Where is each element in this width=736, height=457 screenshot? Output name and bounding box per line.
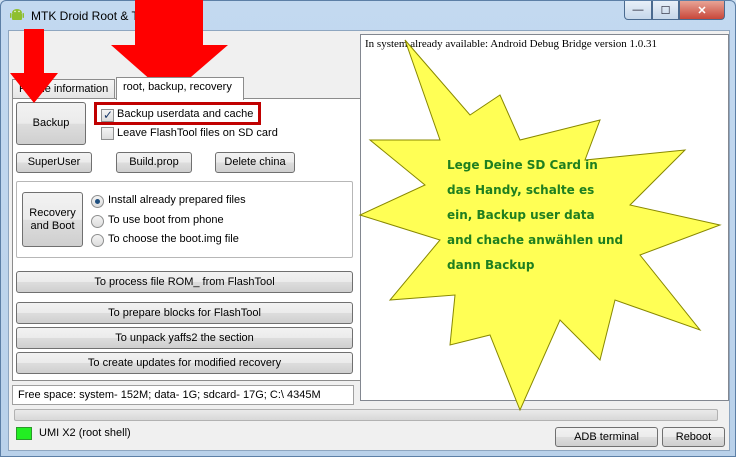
title-bar[interactable]: MTK Droid Root & Tools — ☐ ✕ [1, 1, 735, 31]
delete-china-button[interactable]: Delete china [215, 152, 295, 173]
unpack-yaffs2-button[interactable]: To unpack yaffs2 the section [16, 327, 353, 349]
buildprop-button-label: Build.prop [129, 156, 179, 168]
reboot-button[interactable]: Reboot [662, 427, 725, 447]
prepare-blocks-button[interactable]: To prepare blocks for FlashTool [16, 302, 353, 324]
annotation-line: das Handy, schalte es [447, 183, 595, 197]
radio-boot-from-phone-label: To use boot from phone [108, 214, 224, 226]
annotation-line: dann Backup [447, 258, 535, 272]
status-led [16, 427, 32, 440]
android-app-icon [10, 9, 24, 20]
recovery-boot-button-label: Recovery and Boot [29, 206, 76, 232]
tab-panel-root-backup: Backup Backup userdata and cache Leave F… [12, 98, 361, 381]
superuser-button-label: SuperUser [27, 156, 81, 168]
reboot-label: Reboot [675, 430, 712, 443]
annotation-text: Lege Deine SD Card in das Handy, schalte… [447, 153, 647, 278]
leave-flashtool-checkbox[interactable] [101, 127, 114, 140]
minimize-button[interactable]: — [624, 1, 652, 20]
unpack-yaffs2-label: To unpack yaffs2 the section [115, 331, 254, 344]
annotation-line: and chache anwählen und [447, 233, 624, 247]
recovery-boot-button[interactable]: Recovery and Boot [22, 192, 83, 247]
backup-button-label: Backup [32, 117, 70, 129]
adb-terminal-label: ADB terminal [574, 430, 639, 443]
close-button[interactable]: ✕ [679, 1, 725, 20]
recovery-group: Recovery and Boot Install already prepar… [16, 181, 353, 258]
window-title: MTK Droid Root & Tools [31, 9, 160, 23]
superuser-button[interactable]: SuperUser [16, 152, 92, 173]
create-updates-button[interactable]: To create updates for modified recovery [16, 352, 353, 374]
process-rom-button[interactable]: To process file ROM_ from FlashTool [16, 271, 353, 293]
annotation-line: ein, Backup user data [447, 208, 595, 222]
process-rom-label: To process file ROM_ from FlashTool [94, 275, 275, 288]
minimize-icon: — [632, 4, 644, 16]
device-status-label: UMI X2 (root shell) [39, 427, 131, 439]
radio-install-prepared-label: Install already prepared files [108, 194, 246, 206]
tab-root-backup-recovery[interactable]: root, backup, recovery [116, 77, 244, 100]
leave-flashtool-label: Leave FlashTool files on SD card [117, 127, 278, 139]
free-space-display: Free space: system- 152M; data- 1G; sdca… [12, 385, 354, 405]
backup-button[interactable]: Backup [16, 102, 86, 145]
annotation-line: Lege Deine SD Card in [447, 158, 598, 172]
prepare-blocks-label: To prepare blocks for FlashTool [108, 306, 261, 319]
radio-install-prepared[interactable] [91, 195, 104, 208]
maximize-icon: ☐ [660, 4, 671, 17]
create-updates-label: To create updates for modified recovery [87, 356, 282, 369]
tab-phone-information[interactable]: Phone information [12, 79, 115, 99]
radio-choose-bootimg[interactable] [91, 234, 104, 247]
highlight-box [94, 102, 261, 125]
buildprop-button[interactable]: Build.prop [116, 152, 192, 173]
radio-choose-bootimg-label: To choose the boot.img file [108, 233, 239, 245]
progress-bar [14, 409, 718, 421]
radio-boot-from-phone[interactable] [91, 215, 104, 228]
maximize-button[interactable]: ☐ [652, 1, 679, 20]
console-line: In system already available: Android Deb… [365, 38, 658, 50]
close-icon: ✕ [697, 4, 707, 17]
adb-terminal-button[interactable]: ADB terminal [555, 427, 658, 447]
delete-china-button-label: Delete china [224, 156, 286, 168]
